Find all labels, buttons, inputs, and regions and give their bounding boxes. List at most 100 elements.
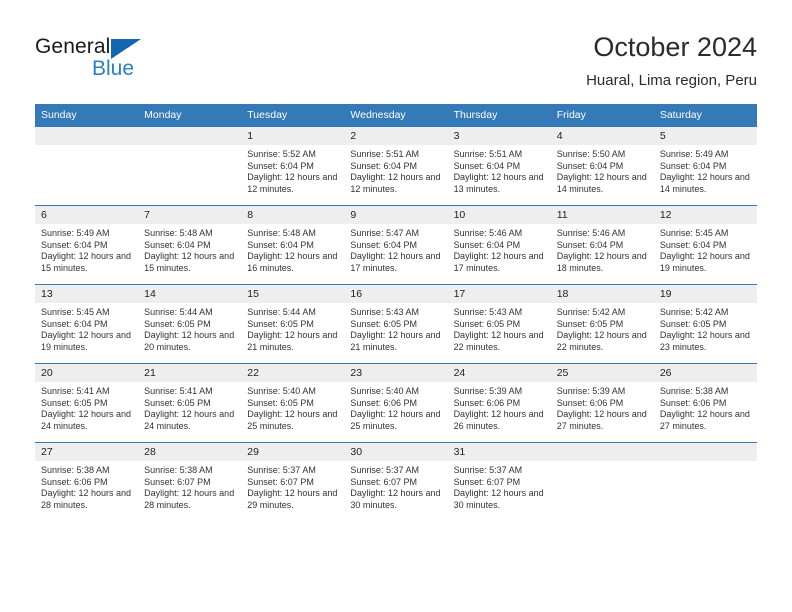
- sunrise-text: Sunrise: 5:46 AM: [453, 228, 523, 238]
- sunset-text: Sunset: 6:05 PM: [247, 318, 314, 329]
- calendar-day-cell[interactable]: 28 Sunrise: 5:38 AM Sunset: 6:07 PM Dayligh…: [138, 442, 242, 521]
- day-number: 17: [447, 285, 551, 303]
- day-number: 6: [35, 206, 139, 224]
- sunset-text: Sunset: 6:04 PM: [247, 239, 314, 250]
- day-info: Sunrise: 5:43 AM Sunset: 6:05 PM Daylight:…: [344, 303, 447, 353]
- calendar-day-cell[interactable]: 14 Sunrise: 5:44 AM Sunset: 6:05 PM Dayligh…: [138, 284, 242, 364]
- calendar-day-cell[interactable]: 19 Sunrise: 5:42 AM Sunset: 6:05 PM Dayligh…: [653, 284, 757, 364]
- sunset-text: Sunset: 6:04 PM: [41, 318, 108, 329]
- calendar-day-cell[interactable]: 8 Sunrise: 5:48 AM Sunset: 6:04 PM Daylight…: [241, 205, 345, 285]
- calendar-day-cell[interactable]: 31 Sunrise: 5:37 AM Sunset: 6:07 PM Dayligh…: [447, 442, 551, 521]
- daylight-text: Daylight: 12 hours and 17 minutes.: [453, 251, 544, 273]
- day-info: Sunrise: 5:46 AM Sunset: 6:04 PM Daylight:…: [448, 224, 551, 274]
- calendar-day-cell[interactable]: 22 Sunrise: 5:40 AM Sunset: 6:05 PM Dayligh…: [241, 363, 345, 443]
- day-number: 23: [344, 364, 448, 382]
- sunrise-text: Sunrise: 5:48 AM: [144, 228, 213, 238]
- calendar-day-cell[interactable]: 26 Sunrise: 5:38 AM Sunset: 6:06 PM Dayligh…: [653, 363, 757, 443]
- sunset-text: Sunset: 6:05 PM: [41, 397, 108, 408]
- weekday-header-row: Sunday Monday Tuesday Wednesday Thursday…: [35, 104, 757, 127]
- sunset-text: Sunset: 6:05 PM: [247, 397, 314, 408]
- day-info: Sunrise: 5:49 AM Sunset: 6:04 PM Daylight:…: [654, 145, 757, 195]
- daylight-text: Daylight: 12 hours and 22 minutes.: [453, 330, 544, 352]
- daylight-text: Daylight: 12 hours and 12 minutes.: [247, 172, 338, 194]
- sunrise-text: Sunrise: 5:41 AM: [144, 386, 213, 396]
- sunrise-text: Sunrise: 5:44 AM: [247, 307, 316, 317]
- daylight-text: Daylight: 12 hours and 21 minutes.: [247, 330, 338, 352]
- calendar-week-row: 20 Sunrise: 5:41 AM Sunset: 6:05 PM Dayligh…: [35, 363, 757, 443]
- day-info: Sunrise: 5:37 AM Sunset: 6:07 PM Daylight:…: [344, 461, 447, 511]
- calendar-day-cell[interactable]: 7 Sunrise: 5:48 AM Sunset: 6:04 PM Daylight…: [138, 205, 242, 285]
- general-blue-logo[interactable]: General Blue: [35, 35, 165, 85]
- calendar-day-cell[interactable]: 4 Sunrise: 5:50 AM Sunset: 6:04 PM Daylight…: [550, 126, 654, 206]
- calendar-page: General Blue October 2024 Huaral, Lima r…: [0, 0, 792, 612]
- day-info: Sunrise: 5:44 AM Sunset: 6:05 PM Daylight:…: [138, 303, 241, 353]
- day-number: 9: [344, 206, 448, 224]
- sunset-text: Sunset: 6:06 PM: [453, 397, 521, 408]
- daylight-text: Daylight: 12 hours and 22 minutes.: [556, 330, 647, 352]
- calendar-day-cell[interactable]: 16 Sunrise: 5:43 AM Sunset: 6:05 PM Dayligh…: [344, 284, 448, 364]
- calendar-day-cell[interactable]: 13 Sunrise: 5:45 AM Sunset: 6:04 PM Dayligh…: [35, 284, 139, 364]
- day-info: Sunrise: 5:38 AM Sunset: 6:06 PM Daylight:…: [654, 382, 757, 432]
- calendar-day-cell[interactable]: 1 Sunrise: 5:52 AM Sunset: 6:04 PM Daylight…: [241, 126, 345, 206]
- weekday-header-sunday: Sunday: [35, 104, 139, 127]
- calendar-day-cell[interactable]: 29 Sunrise: 5:37 AM Sunset: 6:07 PM Dayligh…: [241, 442, 345, 521]
- calendar-day-cell[interactable]: 27 Sunrise: 5:38 AM Sunset: 6:06 PM Dayligh…: [35, 442, 139, 521]
- brand-name-general: General: [35, 35, 111, 58]
- day-info: Sunrise: 5:48 AM Sunset: 6:04 PM Daylight:…: [241, 224, 344, 274]
- calendar-day-cell[interactable]: 12 Sunrise: 5:45 AM Sunset: 6:04 PM Dayligh…: [653, 205, 757, 285]
- sunrise-text: Sunrise: 5:51 AM: [453, 149, 523, 159]
- day-number: 12: [653, 206, 757, 224]
- day-info: Sunrise: 5:51 AM Sunset: 6:04 PM Daylight:…: [448, 145, 551, 195]
- calendar-day-cell[interactable]: 17 Sunrise: 5:43 AM Sunset: 6:05 PM Dayligh…: [447, 284, 551, 364]
- daylight-text: Daylight: 12 hours and 21 minutes.: [350, 330, 441, 352]
- weekday-header-thursday: Thursday: [447, 104, 551, 127]
- calendar-day-cell[interactable]: 6 Sunrise: 5:49 AM Sunset: 6:04 PM Daylight…: [35, 205, 139, 285]
- sunrise-text: Sunrise: 5:38 AM: [659, 386, 729, 396]
- calendar-day-cell[interactable]: 3 Sunrise: 5:51 AM Sunset: 6:04 PM Daylight…: [447, 126, 551, 206]
- calendar-day-cell[interactable]: 10 Sunrise: 5:46 AM Sunset: 6:04 PM Dayligh…: [447, 205, 551, 285]
- calendar-day-cell[interactable]: 30 Sunrise: 5:37 AM Sunset: 6:07 PM Dayligh…: [344, 442, 448, 521]
- sunrise-text: Sunrise: 5:46 AM: [556, 228, 626, 238]
- sunrise-text: Sunrise: 5:41 AM: [41, 386, 110, 396]
- sunrise-text: Sunrise: 5:52 AM: [247, 149, 316, 159]
- calendar-day-cell[interactable]: 2 Sunrise: 5:51 AM Sunset: 6:04 PM Daylight…: [344, 126, 448, 206]
- day-info: Sunrise: 5:45 AM Sunset: 6:04 PM Daylight:…: [35, 303, 138, 353]
- calendar-day-cell[interactable]: 11 Sunrise: 5:46 AM Sunset: 6:04 PM Dayligh…: [550, 205, 654, 285]
- sunrise-text: Sunrise: 5:39 AM: [453, 386, 523, 396]
- day-number: 5: [653, 127, 757, 145]
- calendar-day-cell[interactable]: 18 Sunrise: 5:42 AM Sunset: 6:05 PM Dayligh…: [550, 284, 654, 364]
- day-info: Sunrise: 5:49 AM Sunset: 6:04 PM Daylight:…: [35, 224, 138, 274]
- day-number: 4: [550, 127, 654, 145]
- day-info: Sunrise: 5:41 AM Sunset: 6:05 PM Daylight:…: [35, 382, 138, 432]
- calendar-day-cell[interactable]: 25 Sunrise: 5:39 AM Sunset: 6:06 PM Dayligh…: [550, 363, 654, 443]
- day-info: Sunrise: 5:42 AM Sunset: 6:05 PM Daylight:…: [551, 303, 654, 353]
- calendar-day-cell[interactable]: 5 Sunrise: 5:49 AM Sunset: 6:04 PM Daylight…: [653, 126, 757, 206]
- sunrise-text: Sunrise: 5:44 AM: [144, 307, 213, 317]
- daylight-text: Daylight: 12 hours and 17 minutes.: [350, 251, 441, 273]
- day-info: Sunrise: 5:40 AM Sunset: 6:06 PM Daylight:…: [344, 382, 447, 432]
- sunrise-text: Sunrise: 5:42 AM: [556, 307, 626, 317]
- daylight-text: Daylight: 12 hours and 30 minutes.: [453, 488, 544, 510]
- day-number: 11: [550, 206, 654, 224]
- day-info: Sunrise: 5:50 AM Sunset: 6:04 PM Daylight:…: [551, 145, 654, 195]
- calendar-day-cell[interactable]: 23 Sunrise: 5:40 AM Sunset: 6:06 PM Dayligh…: [344, 363, 448, 443]
- daylight-text: Daylight: 12 hours and 23 minutes.: [659, 330, 750, 352]
- sunset-text: Sunset: 6:07 PM: [350, 476, 417, 487]
- calendar-day-cell[interactable]: 9 Sunrise: 5:47 AM Sunset: 6:04 PM Daylight…: [344, 205, 448, 285]
- calendar-day-cell[interactable]: 15 Sunrise: 5:44 AM Sunset: 6:05 PM Dayligh…: [241, 284, 345, 364]
- day-info: Sunrise: 5:43 AM Sunset: 6:05 PM Daylight:…: [448, 303, 551, 353]
- day-number: 22: [241, 364, 345, 382]
- calendar-day-cell[interactable]: 20 Sunrise: 5:41 AM Sunset: 6:05 PM Dayligh…: [35, 363, 139, 443]
- calendar-day-cell[interactable]: 24 Sunrise: 5:39 AM Sunset: 6:06 PM Dayligh…: [447, 363, 551, 443]
- sunrise-text: Sunrise: 5:48 AM: [247, 228, 316, 238]
- sunrise-text: Sunrise: 5:45 AM: [41, 307, 110, 317]
- day-number: 7: [138, 206, 242, 224]
- sunrise-text: Sunrise: 5:38 AM: [41, 465, 110, 475]
- daylight-text: Daylight: 12 hours and 28 minutes.: [144, 488, 235, 510]
- daylight-text: Daylight: 12 hours and 27 minutes.: [659, 409, 750, 431]
- sunrise-text: Sunrise: 5:38 AM: [144, 465, 213, 475]
- calendar-day-cell[interactable]: 21 Sunrise: 5:41 AM Sunset: 6:05 PM Dayligh…: [138, 363, 242, 443]
- daylight-text: Daylight: 12 hours and 25 minutes.: [350, 409, 441, 431]
- day-info: Sunrise: 5:37 AM Sunset: 6:07 PM Daylight:…: [241, 461, 344, 511]
- daylight-text: Daylight: 12 hours and 19 minutes.: [41, 330, 132, 352]
